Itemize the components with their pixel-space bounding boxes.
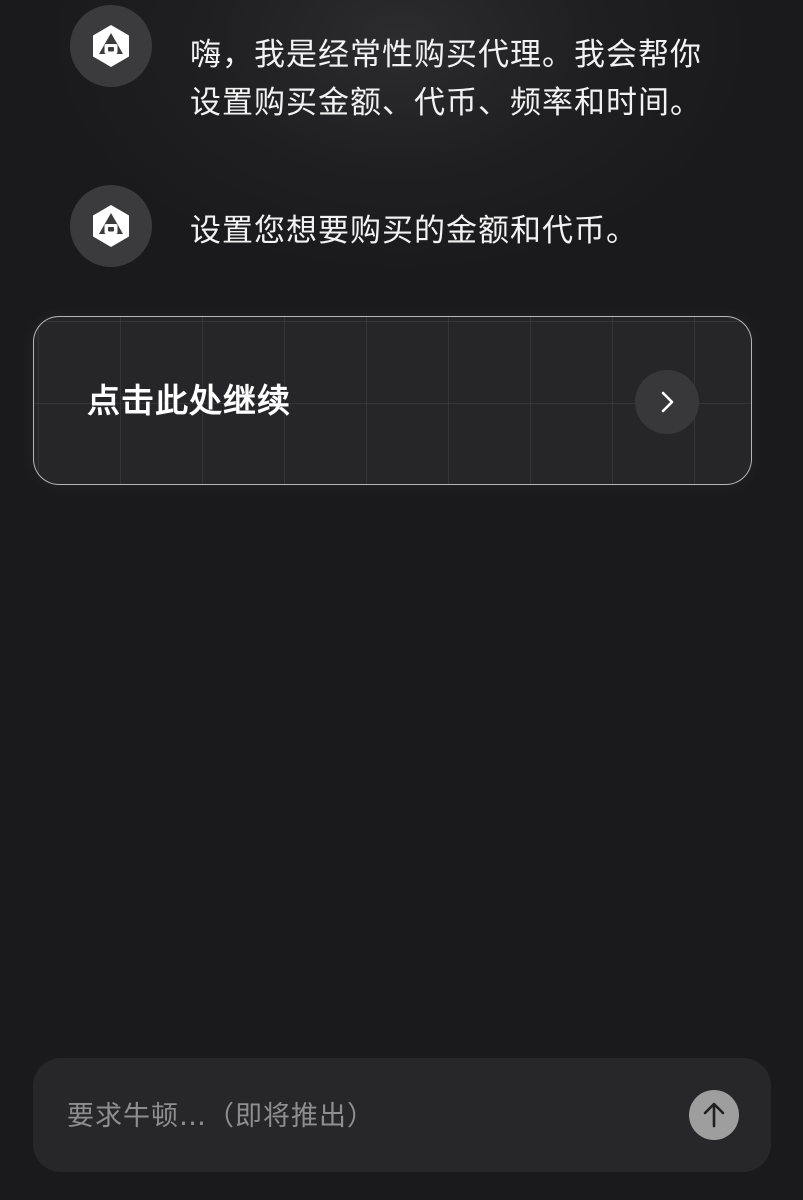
newton-logo-icon [93, 205, 129, 247]
continue-button[interactable]: 点击此处继续 [33, 316, 752, 485]
agent-message: 设置您想要购买的金额和代币。 [70, 185, 730, 267]
chat-composer [33, 1058, 771, 1172]
chat-input[interactable] [65, 1088, 649, 1144]
newton-logo-icon [93, 25, 129, 67]
chevron-right-icon [661, 391, 674, 413]
agent-avatar [70, 185, 152, 267]
message-text: 设置您想要购买的金额和代币。 [190, 213, 638, 249]
agent-avatar [70, 5, 152, 87]
chat-screen: 嗨，我是经常性购买代理。我会帮你设置购买金额、代币、频率和时间。 设置您想要购买… [0, 0, 803, 1200]
send-button[interactable] [689, 1090, 739, 1140]
continue-arrow-button[interactable] [635, 370, 699, 434]
arrow-up-icon [703, 1102, 725, 1128]
agent-message: 嗨，我是经常性购买代理。我会帮你设置购买金额、代币、频率和时间。 [70, 5, 730, 127]
message-text: 嗨，我是经常性购买代理。我会帮你设置购买金额、代币、频率和时间。 [190, 37, 702, 121]
continue-label: 点击此处继续 [87, 381, 291, 420]
